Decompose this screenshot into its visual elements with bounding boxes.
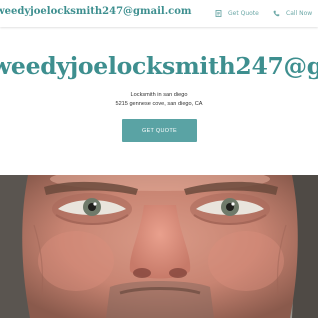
document-icon [215,10,222,17]
phone-icon [273,10,280,17]
page: weedyjoelocksmith247@gmail.com Get Quote… [0,0,318,318]
hero-tagline: Locksmith in san diego [130,92,188,98]
nav-get-quote-label: Get Quote [228,10,259,17]
hero-address: 5215 gennese cove, san diego, CA [115,101,203,107]
get-quote-button[interactable]: GET QUOTE [122,119,197,142]
site-header: weedyjoelocksmith247@gmail.com Get Quote… [0,0,318,27]
hero-title: weedyjoelocksmith247@gmail.com [0,52,318,80]
nav-call-now-label: Call Now [286,10,313,17]
hero-photo [0,175,318,318]
brand-link[interactable]: weedyjoelocksmith247@gmail.com [0,6,192,17]
nav-call-now-link[interactable]: Call Now [273,8,312,19]
nav-get-quote-link[interactable]: Get Quote [215,8,259,19]
